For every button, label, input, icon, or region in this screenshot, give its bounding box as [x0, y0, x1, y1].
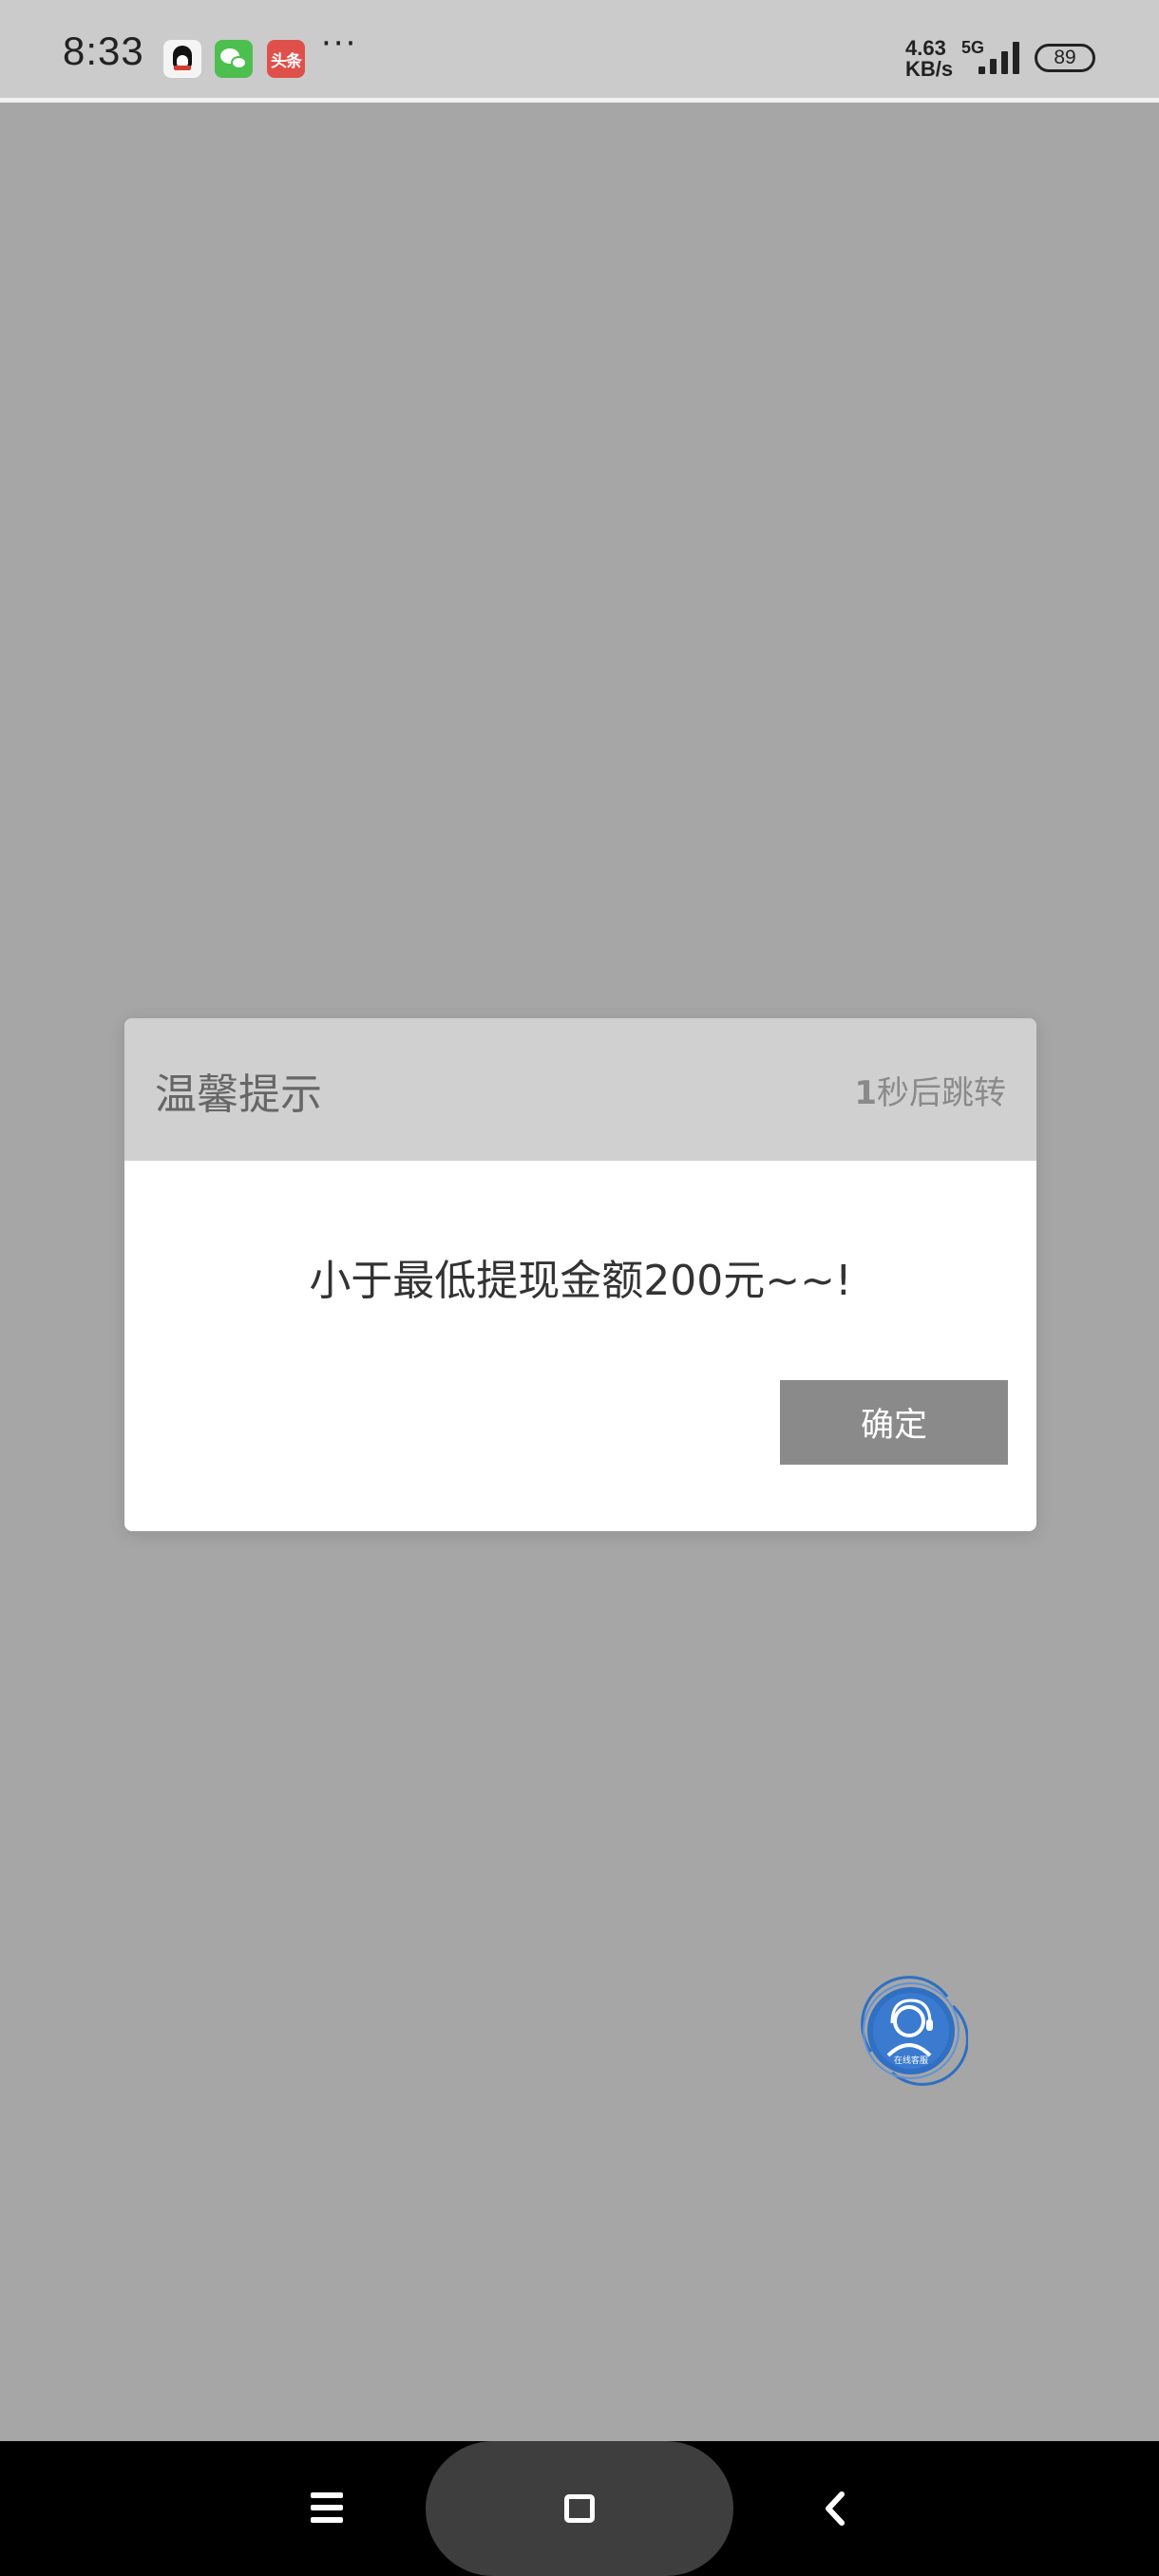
menu-button[interactable]	[270, 2441, 384, 2576]
battery-icon: 89	[1035, 44, 1095, 72]
signal-icon	[978, 40, 1022, 74]
redirect-countdown: 1秒后跳转	[854, 1067, 1006, 1113]
status-bar: 8:33 头条 ··· 4.63 KB/s 5G 89	[0, 0, 1159, 103]
back-button[interactable]	[775, 2441, 889, 2576]
back-icon	[826, 2491, 845, 2526]
network-speed: 4.63 KB/s	[905, 38, 962, 80]
customer-service-label: 在线客服	[894, 2055, 928, 2066]
navigation-bar	[0, 2441, 1159, 2576]
alert-dialog: 温馨提示 1秒后跳转 小于最低提现金额200元~~! 确定	[124, 1018, 1036, 1531]
network-speed-unit: KB/s	[905, 57, 954, 81]
countdown-text: 秒后跳转	[877, 1074, 1006, 1112]
toutiao-icon: 头条	[267, 40, 305, 78]
dialog-message: 小于最低提现金额200元~~!	[309, 1257, 852, 1305]
dialog-header: 温馨提示 1秒后跳转	[124, 1018, 1036, 1161]
countdown-number: 1	[854, 1074, 877, 1112]
home-button[interactable]	[522, 2441, 636, 2576]
status-time: 8:33	[63, 28, 144, 73]
toutiao-icon-label: 头条	[271, 52, 302, 71]
more-notifications-icon: ···	[321, 25, 358, 63]
network-speed-value: 4.63	[905, 36, 946, 60]
confirm-button[interactable]: 确定	[780, 1380, 1008, 1465]
customer-service-button[interactable]: 在线客服	[854, 1974, 969, 2088]
qq-icon	[163, 40, 201, 78]
wechat-icon	[215, 40, 253, 78]
customer-service-icon: 在线客服	[861, 1976, 969, 2086]
dialog-title: 温馨提示	[155, 1070, 322, 1119]
